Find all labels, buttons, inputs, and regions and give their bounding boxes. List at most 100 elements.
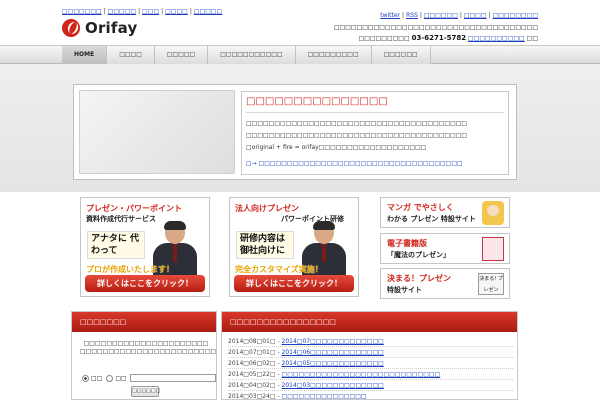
- news-item: 2014□06□02□ - 2014□05□□□□□□□□□□□□□: [228, 358, 513, 369]
- header-link-3[interactable]: □□□□□□: [424, 12, 458, 19]
- news-link[interactable]: 2014□05□□□□□□□□□□□□□: [282, 360, 384, 367]
- news-date: 2014□05□22□ -: [228, 371, 282, 378]
- side-banner-title: マンガ でやさしく: [387, 203, 454, 212]
- nav-item-4[interactable]: □□□□□□□□□□□: [208, 46, 296, 64]
- orifay-logo-icon: [62, 19, 80, 37]
- news-date: 2014□07□01□ -: [228, 349, 282, 356]
- hero-paragraph-line: □□□□□□□□□□□□□□□□□□□□□□□□□□□□□□□□□□□□□□□: [246, 132, 468, 139]
- phone-suffix: □□: [526, 35, 538, 42]
- hero-title: □□□□□□□□□□□□□□□: [246, 96, 388, 107]
- hero-paragraph-line: □□□□□□□□□□□□□□□□□□□□□□□□□□□□□□□□□□□□□□□: [246, 120, 468, 127]
- nav-item-2[interactable]: □□□□: [107, 46, 155, 64]
- banner-subheading: 資料作成代行サービス: [86, 215, 156, 223]
- news-date: 2014□03□24□ -: [228, 393, 282, 400]
- side-banner-subtitle: 特設サイト: [387, 286, 422, 294]
- side-banner-subtitle: わかる プレゼン 特設サイト: [387, 215, 476, 223]
- hero-divider: [246, 112, 504, 113]
- login-panel: □□□□□□□ □□□□□□□□□□□□□□□□□□□□□□ □□□□□□□□□…: [71, 311, 217, 400]
- radio-option-2-label: □□: [115, 374, 127, 382]
- ebook-cover-icon: [482, 237, 504, 261]
- manga-presentation-banner[interactable]: マンガ でやさしく わかる プレゼン 特設サイト: [380, 197, 510, 228]
- news-panel-title: □□□□□□□□□□□□□□□□: [222, 312, 517, 332]
- radio-option-1[interactable]: [82, 374, 89, 382]
- manga-character-icon: [482, 201, 504, 225]
- banner-slogan: プロが作成いたします！: [86, 265, 174, 274]
- side-banner-title: 決まる！プレゼン: [387, 274, 451, 283]
- hero-box: □□□□□□□□□□□□□□□ □□□□□□□□□□□□□□□□□□□□□□□□…: [73, 84, 517, 180]
- radio-option-2[interactable]: [106, 374, 114, 382]
- login-note-line: □□□□□□□□□□□□□□□□□□□□□□: [83, 340, 209, 347]
- top-link-3[interactable]: □□□: [142, 8, 159, 15]
- phone-contact: □□□□□□□□□ 03-6271-5782 □□□□□□□□□□ □□: [359, 34, 538, 42]
- banner-bubble-text: アナタに 代わって: [87, 231, 145, 259]
- news-date: 2014□06□02□ -: [228, 360, 282, 367]
- logo-text: Orifay: [85, 19, 138, 37]
- news-link[interactable]: 2014□06□□□□□□□□□□□□□: [282, 349, 384, 356]
- news-list: 2014□08□01□ - 2014□07□□□□□□□□□□□□□ 2014□…: [228, 336, 513, 400]
- login-options: □□ □□: [82, 374, 216, 382]
- hero-paragraph-line: □original + fire = orifay□□□□□□□□□□□□□□□…: [246, 144, 427, 151]
- news-link[interactable]: 2014□07□□□□□□□□□□□□□: [282, 338, 384, 345]
- nav-home[interactable]: HOME: [62, 46, 108, 64]
- nav-item-6[interactable]: □□□□□□: [371, 46, 431, 64]
- hero-image: [79, 90, 235, 174]
- book-cover-icon: 決まる! プレゼン: [478, 273, 504, 295]
- top-link-4[interactable]: □□□□: [165, 8, 188, 15]
- top-link-2[interactable]: □□□□□: [108, 8, 136, 15]
- nav-item-3[interactable]: □□□□□: [154, 46, 209, 64]
- separator: |: [419, 12, 422, 19]
- site-logo[interactable]: Orifay: [62, 18, 137, 38]
- corporate-training-banner[interactable]: 法人向けプレゼン パワーポイント研修 研修内容は 御社向けに 完全カスタマイズ実…: [229, 197, 359, 297]
- hero-text-box: □□□□□□□□□□□□□□□ □□□□□□□□□□□□□□□□□□□□□□□□…: [241, 91, 509, 175]
- news-date: 2014□04□02□ -: [228, 382, 282, 389]
- details-click-button[interactable]: 詳しくはここをクリック！: [234, 275, 354, 292]
- news-date: 2014□08□01□ -: [228, 338, 282, 345]
- rss-link[interactable]: RSS: [406, 12, 418, 19]
- side-banner-title: 電子書籍版: [387, 239, 427, 248]
- separator: |: [488, 12, 491, 19]
- login-note: □□□□□□□□□□□□□□□□□□□□□□ □□□□□□□□□□□□□□□□□…: [80, 340, 216, 356]
- phone-number: 03-6271-5782: [411, 34, 467, 42]
- news-item: 2014□04□02□ - 2014□03□□□□□□□□□□□□□: [228, 380, 513, 391]
- news-link[interactable]: □□□□□□□□□□□□□□□: [282, 393, 367, 399]
- header-link-4[interactable]: □□□□: [464, 12, 487, 19]
- twitter-link[interactable]: twitter: [380, 12, 400, 19]
- nav-item-5[interactable]: □□□□□□□□□: [295, 46, 372, 64]
- top-link-1[interactable]: □□□□□□□: [62, 8, 102, 15]
- separator: |: [103, 8, 106, 15]
- radio-option-1-label: □□: [91, 374, 103, 382]
- news-item: 2014□08□01□ - 2014□07□□□□□□□□□□□□□: [228, 336, 513, 347]
- presentation-service-banner[interactable]: プレゼン・パワーポイント 資料作成代行サービス アナタに 代わって プロが作成い…: [80, 197, 210, 297]
- separator: |: [138, 8, 141, 15]
- banner-heading: プレゼン・パワーポイント: [86, 204, 182, 213]
- separator: |: [161, 8, 164, 15]
- hero-more-link[interactable]: □→ □□□□□□□□□□□□□□□□□□□□□□□□□□□□□□□□□□□□: [246, 160, 463, 167]
- news-item: 2014□07□01□ - 2014□06□□□□□□□□□□□□□: [228, 347, 513, 358]
- header-link-5[interactable]: □□□□□□□□: [493, 12, 538, 19]
- login-input[interactable]: [129, 374, 216, 382]
- news-item: 2014□05□22□ - □□□□□□□□□□□□□□□□□□□□□□□□□□…: [228, 369, 513, 380]
- news-link[interactable]: 2014□03□□□□□□□□□□□□□: [282, 382, 384, 389]
- news-link[interactable]: □□□□□□□□□□□□□□□□□□□□□□□□□□□□: [282, 371, 441, 378]
- top-header: □□□□□□□ | □□□□□ | □□□ | □□□□ | □□□□□ Orifay twit…: [0, 0, 600, 45]
- banner-bubble-text: 研修内容は 御社向けに: [236, 231, 294, 259]
- separator: |: [459, 12, 462, 19]
- header-right-links: twitter | RSS | □□□□□□ | □□□□ | □□□□□□□□: [380, 12, 538, 19]
- ebook-banner[interactable]: 電子書籍版 「魔法のプレゼン」: [380, 233, 510, 264]
- company-description: □□□□□□□□□□□□□□□□□□□□□□□□□□□□□□□□□□□□: [333, 24, 538, 31]
- contact-link[interactable]: □□□□□□□□□□: [468, 35, 525, 42]
- login-panel-title: □□□□□□□: [72, 312, 216, 332]
- banner-slogan: 完全カスタマイズ実施！: [235, 265, 323, 274]
- separator: |: [402, 12, 405, 19]
- kimaru-presentation-banner[interactable]: 決まる！プレゼン 特設サイト 決まる! プレゼン: [380, 268, 510, 299]
- login-note-line: □□□□□□□□□□□□□□□□□□□□□□□□□□□□□□□□□□□□□□: [80, 348, 217, 355]
- news-panel: □□□□□□□□□□□□□□□□ 2014□08□01□ - 2014□07□□…: [221, 311, 518, 400]
- news-item: 2014□03□24□ - □□□□□□□□□□□□□□□: [228, 391, 513, 400]
- top-link-5[interactable]: □□□□□: [194, 8, 222, 15]
- separator: |: [189, 8, 192, 15]
- side-banner-subtitle: 「魔法のプレゼン」: [387, 251, 450, 259]
- phone-label: □□□□□□□□□: [358, 35, 410, 42]
- banner-heading: 法人向けプレゼン: [235, 204, 299, 213]
- details-click-button[interactable]: 詳しくはここをクリック！: [85, 275, 205, 292]
- login-submit-button[interactable]: □□□□□□: [131, 386, 160, 397]
